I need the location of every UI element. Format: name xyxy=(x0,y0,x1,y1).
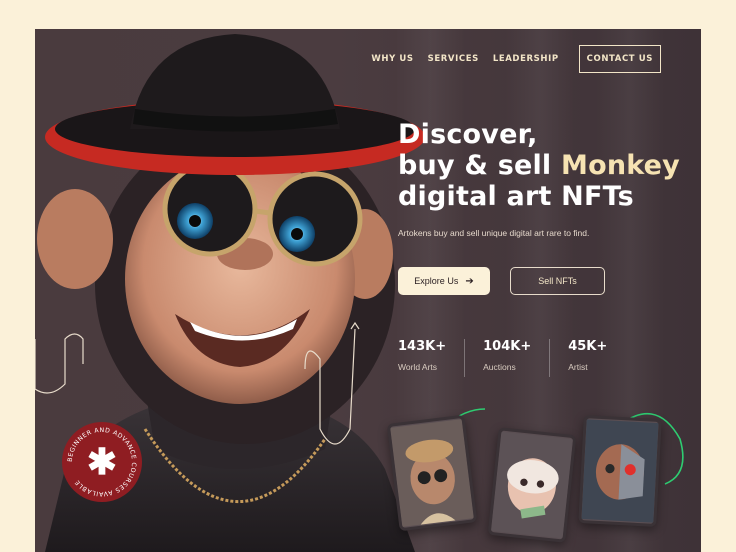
stat-label: Artist xyxy=(568,362,588,372)
nft-card[interactable] xyxy=(578,415,662,527)
stat-value: 45K+ xyxy=(568,339,608,354)
stat-item: 143K+ World Arts xyxy=(398,339,466,377)
nft-card[interactable] xyxy=(487,427,577,543)
headline-line-3: digital art NFTs xyxy=(398,181,634,212)
explore-us-button[interactable]: Explore Us ➔ xyxy=(398,267,490,295)
headline-line-1: Discover, xyxy=(398,119,538,150)
nav-services[interactable]: SERVICES xyxy=(428,54,479,64)
stat-label: Auctions xyxy=(483,362,516,372)
hero-panel: WHY US SERVICES LEADERSHIP CONTACT US Di… xyxy=(35,29,701,552)
arrow-right-icon: ➔ xyxy=(465,275,474,287)
nft-card[interactable] xyxy=(386,414,478,532)
hero-subtext: Artokens buy and sell unique digital art… xyxy=(398,228,590,238)
headline-line-2: buy & sell Monkey xyxy=(398,150,688,181)
headline-line-2-text: buy & sell xyxy=(398,150,561,181)
hero-headline: Discover, buy & sell Monkey digital art … xyxy=(398,119,688,212)
stat-item: 45K+ Artist xyxy=(568,339,625,377)
sell-nfts-button[interactable]: Sell NFTs xyxy=(510,267,605,295)
stats-row: 143K+ World Arts 104K+ Auctions 45K+ Art… xyxy=(398,339,643,377)
stat-value: 104K+ xyxy=(483,339,532,354)
top-nav: WHY US SERVICES LEADERSHIP CONTACT US xyxy=(371,45,661,73)
nft-monkey-cyborg-image xyxy=(581,419,659,523)
nft-monkey-money-image xyxy=(490,431,574,539)
courses-badge[interactable]: BEGINNER AND ADVANCE COURSES AVAILABLE ✱ xyxy=(62,422,142,502)
asterisk-icon: ✱ xyxy=(86,441,118,482)
nav-leadership[interactable]: LEADERSHIP xyxy=(493,54,559,64)
stat-item: 104K+ Auctions xyxy=(483,339,551,377)
stat-value: 143K+ xyxy=(398,339,447,354)
nft-monkey-hat-image xyxy=(390,419,474,527)
nav-why-us[interactable]: WHY US xyxy=(371,54,413,64)
stat-label: World Arts xyxy=(398,362,438,372)
explore-us-label: Explore Us xyxy=(414,276,459,286)
contact-us-button[interactable]: CONTACT US xyxy=(578,45,661,73)
headline-highlight: Monkey xyxy=(561,150,680,181)
